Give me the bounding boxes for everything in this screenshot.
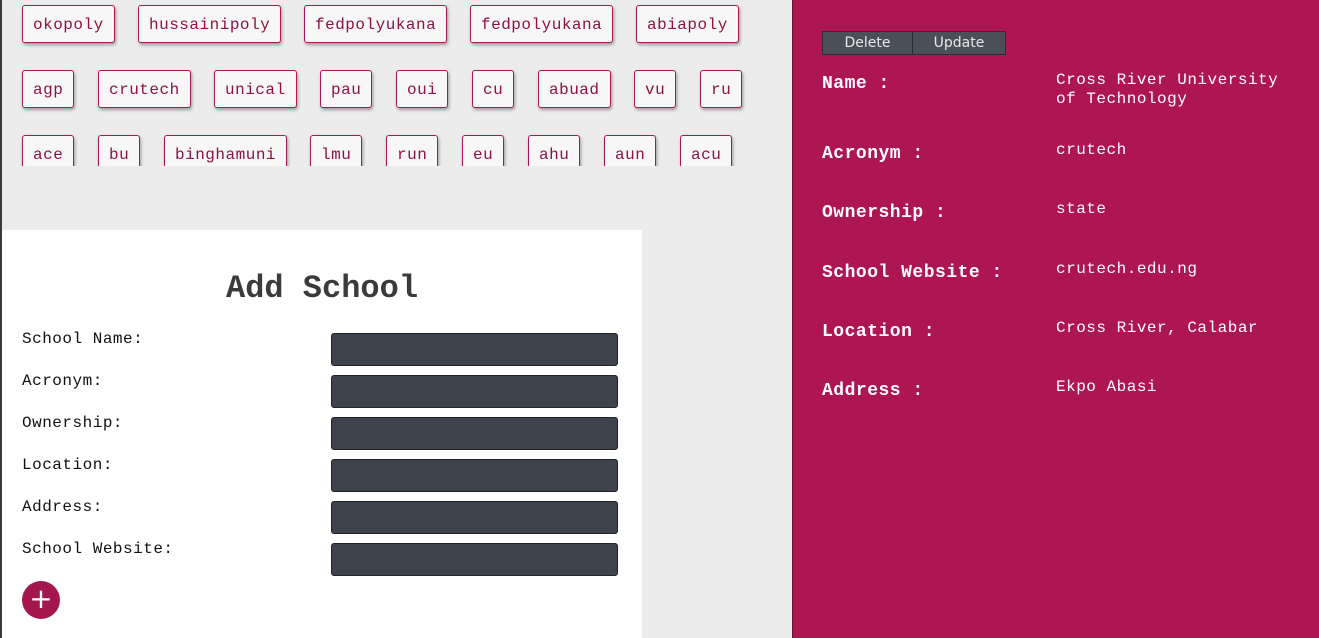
school-tag[interactable]: run	[386, 135, 439, 166]
ownership-label: Ownership:	[22, 414, 124, 432]
school-tag[interactable]: eu	[462, 135, 505, 166]
detail-location-value: Cross River, Calabar	[1056, 319, 1259, 337]
address-input[interactable]	[331, 501, 618, 534]
detail-address-value: Ekpo Abasi	[1056, 378, 1158, 396]
school-tag[interactable]: ace	[22, 135, 75, 166]
school-name-input[interactable]	[331, 333, 618, 366]
detail-acronym-label: Acronym :	[822, 144, 924, 164]
add-school-form: Add School School Name: Acronym: Ownersh…	[2, 230, 642, 638]
school-tag[interactable]: agp	[22, 70, 75, 108]
school-tag[interactable]: abuad	[538, 70, 611, 108]
detail-address-label: Address :	[822, 381, 924, 401]
detail-ownership-value: state	[1056, 200, 1107, 218]
form-title: Add School	[225, 270, 419, 307]
school-tag[interactable]: oui	[396, 70, 449, 108]
location-input[interactable]	[331, 459, 618, 492]
detail-website-label: School Website :	[822, 263, 1003, 283]
ownership-input[interactable]	[331, 417, 618, 450]
school-tag[interactable]: lmu	[310, 135, 363, 166]
school-tag[interactable]: binghamuni	[164, 135, 288, 166]
address-label: Address:	[22, 498, 103, 516]
school-tag[interactable]: abiapoly	[636, 5, 739, 43]
school-tag[interactable]: fedpolyukana	[470, 5, 614, 43]
school-website-label: School Website:	[22, 540, 174, 558]
school-tag[interactable]: bu	[98, 135, 141, 166]
school-tag[interactable]: hussainipoly	[138, 5, 282, 43]
school-tag[interactable]: cu	[472, 70, 515, 108]
school-tag[interactable]: ahu	[528, 135, 581, 166]
school-website-input[interactable]	[331, 543, 618, 576]
detail-acronym-value: crutech	[1056, 141, 1127, 159]
update-button[interactable]: Update	[912, 31, 1006, 55]
acronym-input[interactable]	[331, 375, 618, 408]
school-tag[interactable]: vu	[634, 70, 677, 108]
add-school-button[interactable]: +	[22, 581, 60, 619]
school-tag[interactable]: aun	[604, 135, 657, 166]
delete-button[interactable]: Delete	[822, 31, 913, 55]
detail-website-value: crutech.edu.ng	[1056, 260, 1198, 278]
school-tag[interactable]: unical	[214, 70, 297, 108]
school-tag[interactable]: pau	[320, 70, 373, 108]
detail-location-label: Location :	[822, 322, 936, 342]
location-label: Location:	[22, 456, 113, 474]
detail-ownership-label: Ownership :	[822, 203, 947, 223]
school-detail-panel: Delete Update Name : Cross River Univers…	[792, 0, 1319, 638]
detail-name-label: Name :	[822, 74, 890, 94]
school-name-label: School Name:	[22, 330, 144, 348]
acronym-label: Acronym:	[22, 372, 103, 390]
school-tag[interactable]: crutech	[98, 70, 191, 108]
school-tag-list: okopoly hussainipoly fedpolyukana fedpol…	[2, 0, 792, 166]
school-tag[interactable]: ru	[700, 70, 743, 108]
school-tag[interactable]: acu	[680, 135, 733, 166]
detail-name-value: Cross River University of Technology	[1056, 71, 1279, 108]
school-tag[interactable]: fedpolyukana	[304, 5, 448, 43]
school-tag[interactable]: okopoly	[22, 5, 115, 43]
